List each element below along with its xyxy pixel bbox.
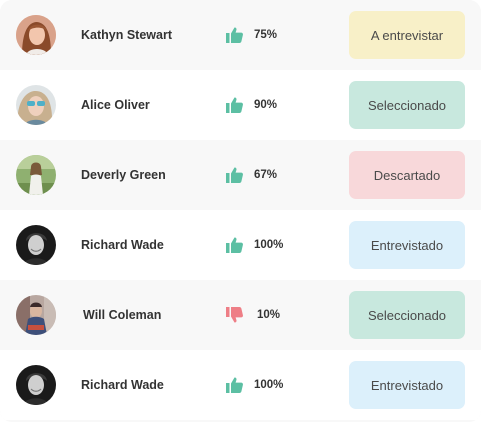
avatar xyxy=(16,295,56,335)
list-item[interactable]: Richard Wade 100% Entrevistado xyxy=(0,210,481,280)
candidate-name: Kathyn Stewart xyxy=(81,28,172,42)
score: 100% xyxy=(254,239,284,251)
list-item[interactable]: Alice Oliver 90% Seleccionado xyxy=(0,70,481,140)
avatar xyxy=(16,225,56,265)
score: 75% xyxy=(254,29,278,41)
status-badge[interactable]: Entrevistado xyxy=(349,361,465,409)
status-badge[interactable]: Descartado xyxy=(349,151,465,199)
candidate-name: Deverly Green xyxy=(81,168,166,182)
candidate-name: Will Coleman xyxy=(83,308,162,322)
avatar xyxy=(16,15,56,55)
score: 67% xyxy=(254,169,278,181)
candidate-name: Alice Oliver xyxy=(81,98,150,112)
list-item[interactable]: Will Coleman 10% Seleccionado xyxy=(0,280,481,350)
thumbs-up-icon xyxy=(226,377,243,393)
status-badge[interactable]: Entrevistado xyxy=(349,221,465,269)
thumbs-up-icon xyxy=(226,97,243,113)
thumbs-up-icon xyxy=(226,27,243,43)
status-badge[interactable]: Seleccionado xyxy=(349,291,465,339)
score: 10% xyxy=(257,309,281,321)
list-item[interactable]: Richard Wade 100% Entrevistado xyxy=(0,350,481,420)
thumbs-down-icon xyxy=(226,307,243,323)
list-item[interactable]: Deverly Green 67% Descartado xyxy=(0,140,481,210)
avatar xyxy=(16,85,56,125)
candidate-list: Kathyn Stewart 75% A entrevistar Alice O… xyxy=(0,0,481,422)
thumbs-up-icon xyxy=(226,167,243,183)
score: 100% xyxy=(254,379,284,391)
status-badge[interactable]: Seleccionado xyxy=(349,81,465,129)
candidate-name: Richard Wade xyxy=(81,378,164,392)
thumbs-up-icon xyxy=(226,237,243,253)
candidate-name: Richard Wade xyxy=(81,238,164,252)
score: 90% xyxy=(254,99,278,111)
avatar xyxy=(16,155,56,195)
status-badge[interactable]: A entrevistar xyxy=(349,11,465,59)
list-item[interactable]: Kathyn Stewart 75% A entrevistar xyxy=(0,0,481,70)
avatar xyxy=(16,365,56,405)
